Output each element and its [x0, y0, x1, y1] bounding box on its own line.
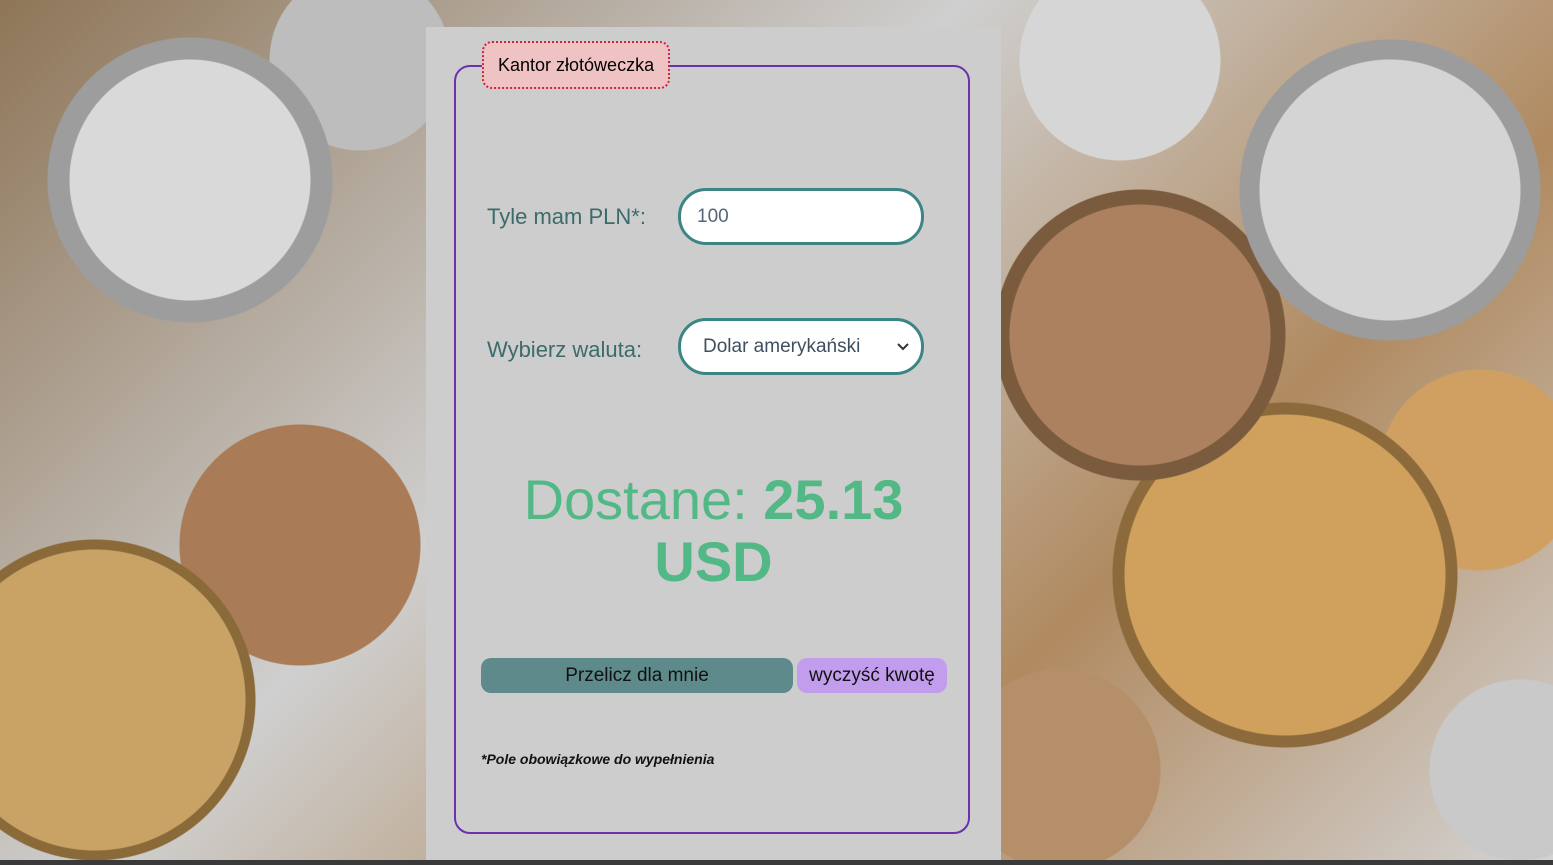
amount-input[interactable]: 100: [678, 188, 924, 245]
required-field-note: *Pole obowiązkowe do wypełnienia: [481, 751, 715, 767]
conversion-result: Dostane: 25.13 USD: [426, 469, 1001, 593]
clear-amount-button[interactable]: wyczyść kwotę: [797, 658, 947, 693]
result-prefix: Dostane:: [523, 468, 748, 531]
currency-label: Wybierz waluta:: [487, 337, 643, 362]
currency-select-value: Dolar amerykański: [703, 335, 861, 357]
bottom-bar: [0, 860, 1553, 865]
calculate-button[interactable]: Przelicz dla mnie: [481, 658, 793, 693]
result-amount: 25.13: [763, 468, 904, 531]
chevron-down-icon: [895, 339, 911, 355]
amount-label: Tyle mam PLN*:: [487, 204, 646, 229]
result-currency: USD: [654, 530, 773, 593]
form-title: Kantor złotóweczka: [482, 41, 671, 89]
exchange-panel: Kantor złotóweczka Tyle mam PLN*: 100 Wy…: [426, 27, 1001, 865]
currency-select[interactable]: Dolar amerykański: [678, 318, 924, 375]
amount-input-value: 100: [697, 205, 729, 227]
exchange-form-fieldset: [454, 65, 970, 834]
